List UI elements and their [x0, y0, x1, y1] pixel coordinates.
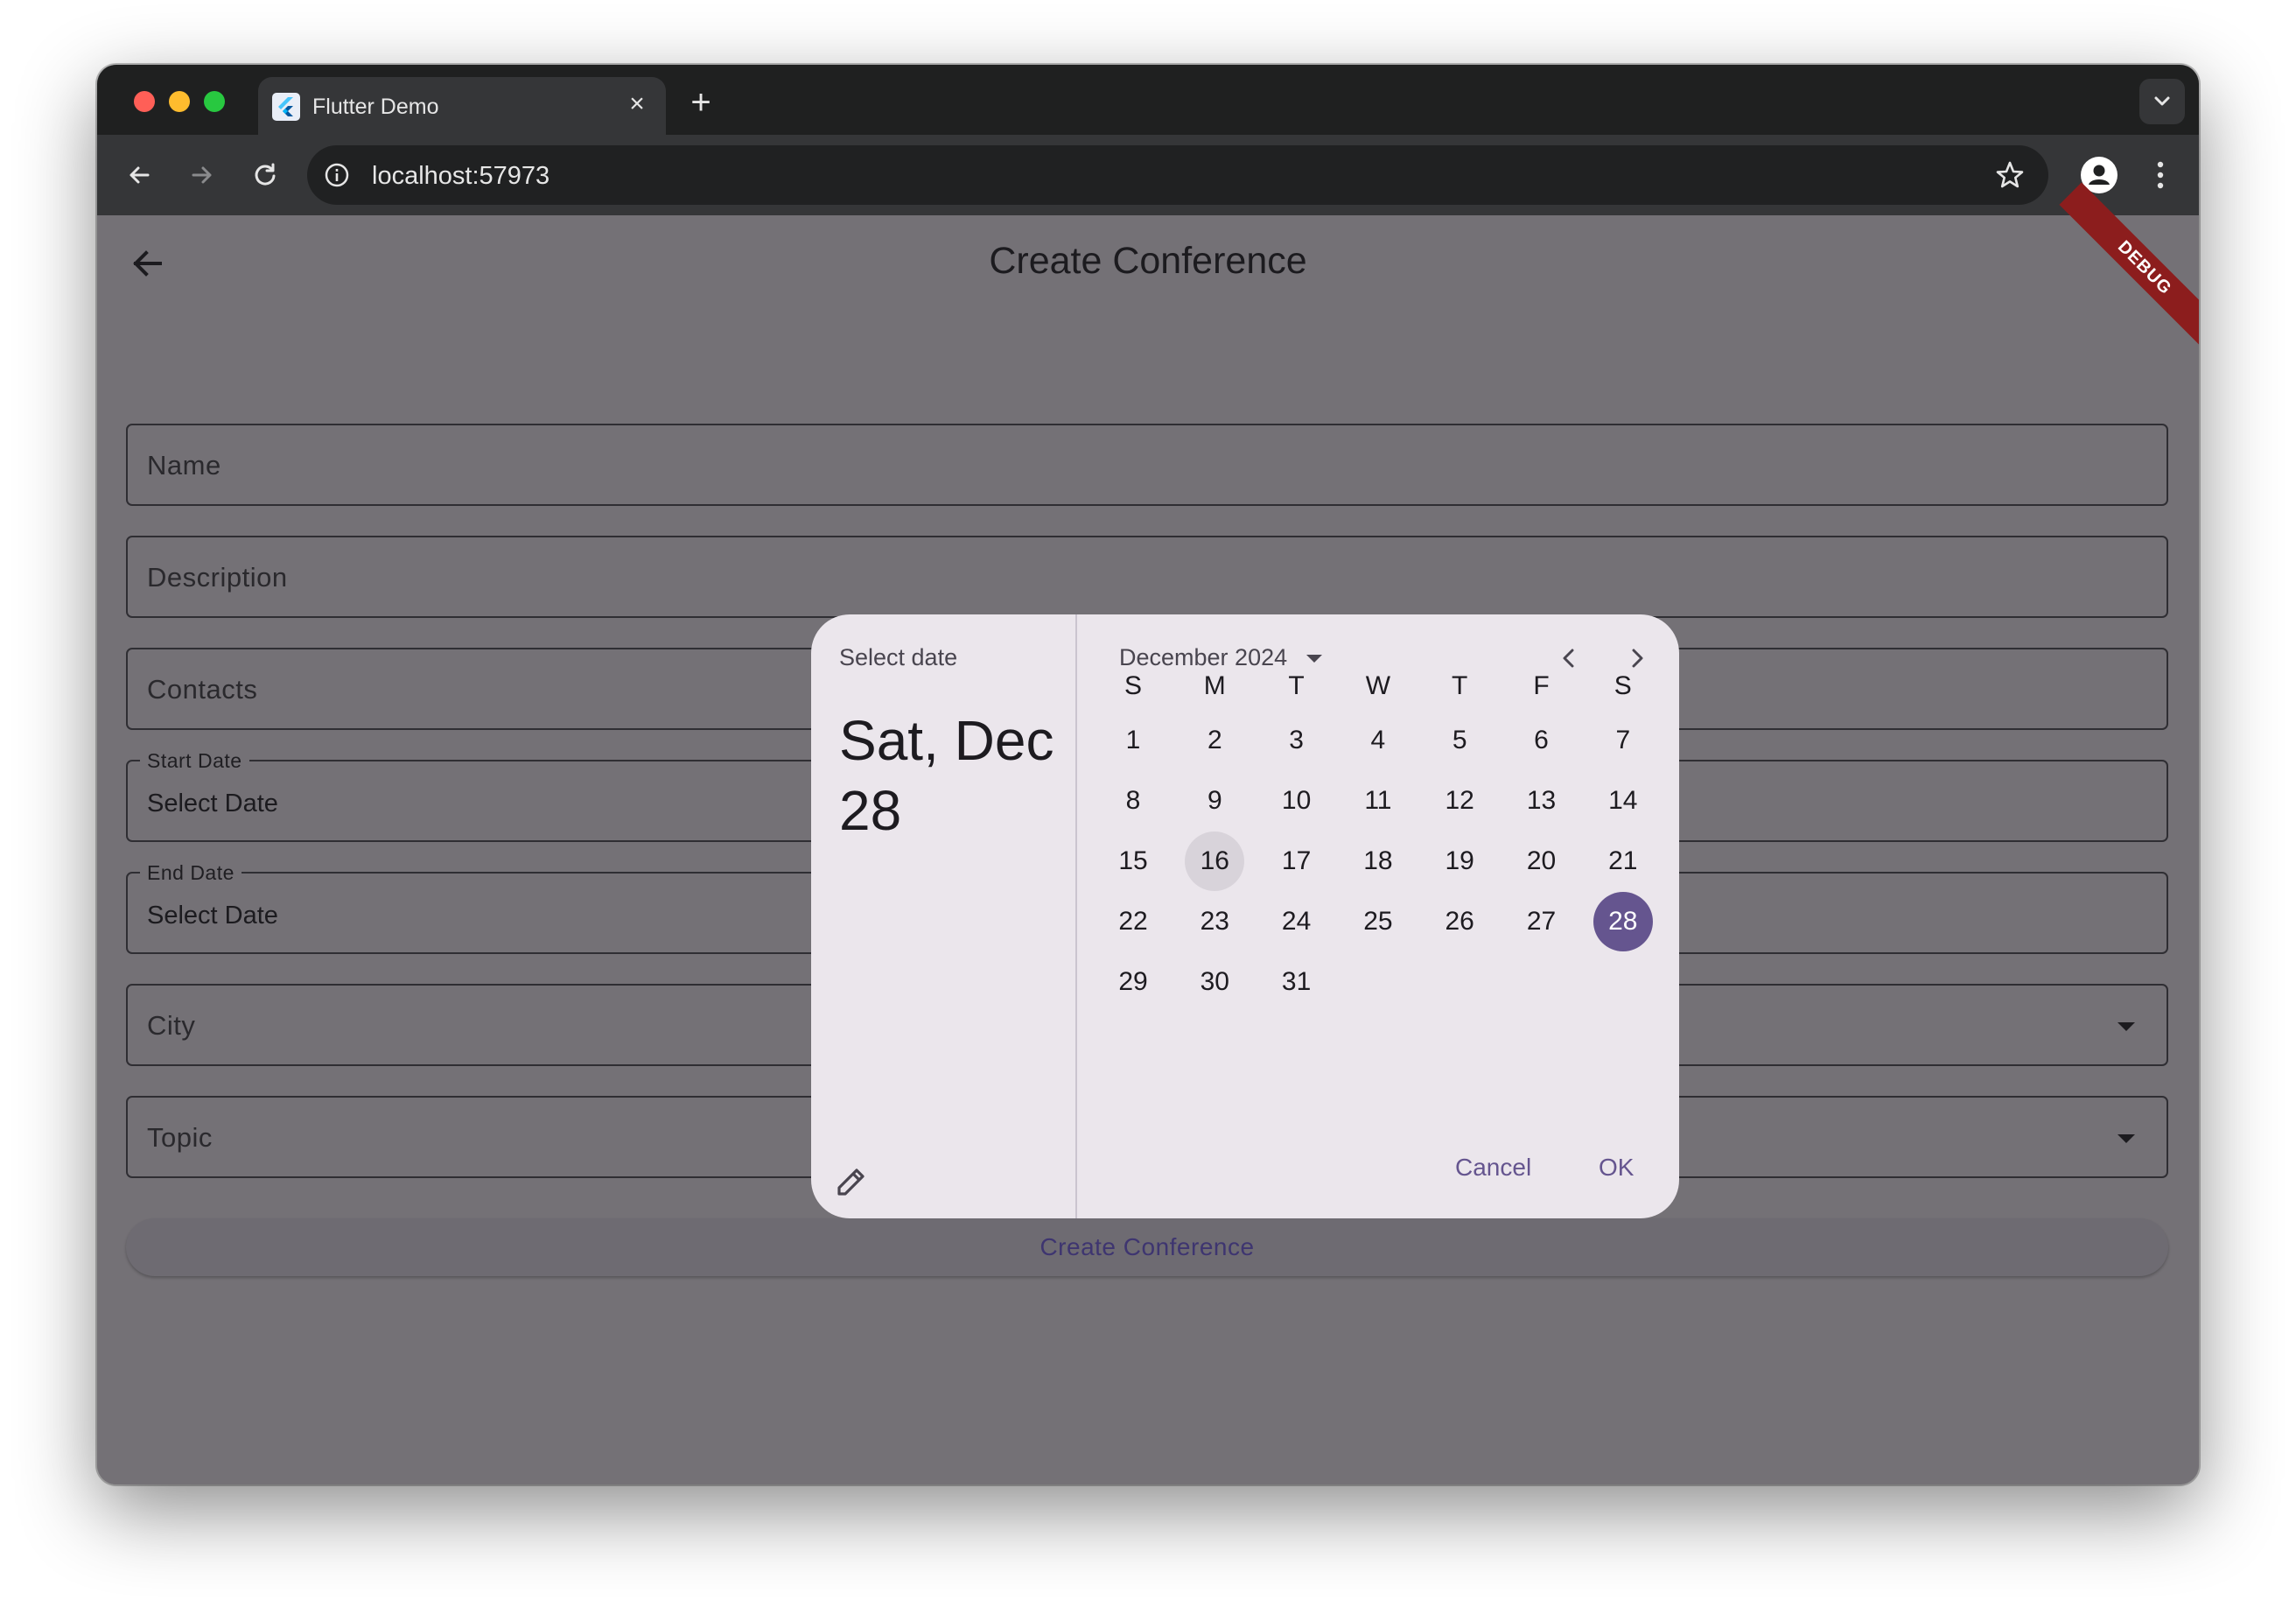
calendar-day[interactable]: 6 — [1512, 711, 1572, 770]
calendar-day[interactable]: 14 — [1593, 771, 1653, 831]
info-icon[interactable] — [323, 161, 351, 189]
calendar-day[interactable]: 3 — [1267, 711, 1326, 770]
start-date-value: Select Date — [147, 789, 278, 818]
calendar-day[interactable]: 20 — [1512, 832, 1572, 891]
calendar-day[interactable]: 4 — [1348, 711, 1408, 770]
calendar-day[interactable]: 24 — [1267, 892, 1326, 951]
end-date-label: End Date — [140, 861, 242, 885]
close-tab-icon[interactable]: × — [624, 91, 650, 117]
calendar-day[interactable]: 19 — [1430, 832, 1489, 891]
address-bar[interactable]: localhost:57973 — [307, 145, 2048, 205]
calendar-day[interactable]: 30 — [1185, 952, 1244, 1012]
minimize-window-button[interactable] — [169, 91, 190, 112]
chevron-down-icon — [2154, 96, 2170, 106]
weekday-header: T — [1452, 671, 1468, 700]
calendar-day[interactable]: 31 — [1267, 952, 1326, 1012]
weekday-header: F — [1533, 671, 1550, 700]
calendar-day[interactable]: 11 — [1348, 771, 1408, 831]
date-picker-help-text: Select date — [839, 644, 958, 670]
calendar-day[interactable]: 17 — [1267, 832, 1326, 891]
calendar-day[interactable]: 5 — [1430, 711, 1489, 770]
description-field[interactable]: Description — [126, 536, 2168, 618]
calendar-day[interactable]: 2 — [1185, 711, 1244, 770]
name-field[interactable]: Name — [126, 424, 2168, 506]
weekday-header: W — [1365, 671, 1391, 700]
date-picker-header: Select date Sat, Dec 28 — [811, 614, 1077, 1218]
calendar-day[interactable]: 26 — [1430, 892, 1489, 951]
browser-toolbar: localhost:57973 — [97, 135, 2199, 215]
calendar-day[interactable]: 25 — [1348, 892, 1408, 951]
flutter-logo-icon — [272, 93, 300, 121]
date-picker-dialog: Select date Sat, Dec 28 December 2024 SM… — [811, 614, 1679, 1218]
weekday-header: S — [1614, 671, 1632, 700]
calendar-day[interactable]: 7 — [1593, 711, 1653, 770]
browser-window: Flutter Demo × + localhost:57973 Create … — [97, 65, 2199, 1484]
calendar-day[interactable]: 15 — [1103, 832, 1163, 891]
page-title: Create Conference — [989, 240, 1307, 282]
url-text: localhost:57973 — [372, 162, 550, 190]
calendar-day[interactable]: 18 — [1348, 832, 1408, 891]
calendar-day[interactable]: 1 — [1103, 711, 1163, 770]
end-date-value: Select Date — [147, 902, 278, 930]
calendar-day[interactable]: 27 — [1512, 892, 1572, 951]
calendar-day[interactable]: 28 — [1592, 892, 1653, 951]
calendar-day[interactable]: 8 — [1103, 771, 1163, 831]
edit-pencil-icon[interactable] — [832, 1162, 871, 1201]
tab-strip: Flutter Demo × + — [97, 65, 2199, 135]
maximize-window-button[interactable] — [204, 91, 225, 112]
dropdown-arrow-icon — [2118, 1022, 2135, 1031]
reload-icon[interactable] — [248, 158, 283, 193]
browser-tab[interactable]: Flutter Demo × — [258, 77, 666, 135]
selected-date-headline: Sat, Dec 28 — [839, 709, 1054, 842]
forward-arrow-icon[interactable] — [185, 158, 220, 193]
topic-dropdown-label: Topic — [147, 1122, 213, 1153]
calendar-day[interactable]: 21 — [1593, 832, 1653, 891]
calendar-day[interactable]: 29 — [1103, 952, 1163, 1012]
tab-search-button[interactable] — [2139, 79, 2185, 124]
weekday-header: S — [1124, 671, 1142, 700]
calendar-day[interactable]: 10 — [1267, 771, 1326, 831]
calendar-day[interactable]: 9 — [1185, 771, 1244, 831]
ok-button[interactable]: OK — [1599, 1154, 1634, 1182]
start-date-label: Start Date — [140, 749, 249, 773]
calendar-day[interactable]: 12 — [1430, 771, 1489, 831]
calendar-day[interactable]: 23 — [1185, 892, 1244, 951]
name-field-label: Name — [147, 450, 221, 481]
dropdown-arrow-icon — [2118, 1134, 2135, 1143]
star-icon[interactable] — [1994, 159, 2026, 191]
create-conference-button[interactable]: Create Conference — [126, 1218, 2168, 1276]
calendar-day[interactable]: 13 — [1512, 771, 1572, 831]
calendar-day[interactable]: 22 — [1103, 892, 1163, 951]
tab-title: Flutter Demo — [312, 95, 439, 119]
contacts-field-label: Contacts — [147, 674, 258, 705]
weekday-header: T — [1288, 671, 1305, 700]
new-tab-icon[interactable]: + — [683, 85, 718, 123]
more-vert-icon[interactable] — [2152, 156, 2169, 194]
calendar-day[interactable]: 16 — [1185, 832, 1245, 891]
back-arrow-icon[interactable] — [122, 158, 157, 193]
description-field-label: Description — [147, 562, 288, 593]
close-window-button[interactable] — [134, 91, 155, 112]
cancel-button[interactable]: Cancel — [1455, 1154, 1531, 1182]
city-dropdown-label: City — [147, 1010, 196, 1041]
weekday-header: M — [1203, 671, 1226, 700]
